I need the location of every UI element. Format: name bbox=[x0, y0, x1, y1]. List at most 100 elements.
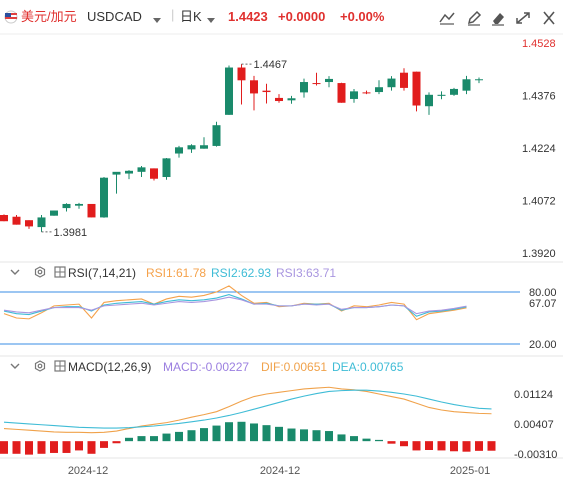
macd-histogram-bar bbox=[87, 441, 96, 454]
dif-value: DIF:0.00651 bbox=[261, 360, 328, 374]
candlestick bbox=[75, 202, 83, 209]
candle-body bbox=[300, 82, 308, 93]
rsi-series-line bbox=[3, 294, 467, 317]
chart-toolbar: 美元/加元 USDCAD | 日K 1.4423 +0.0000 +0.00% bbox=[0, 0, 563, 34]
macd-histogram-bar bbox=[25, 441, 33, 455]
candlestick bbox=[112, 171, 121, 194]
candle-body bbox=[62, 203, 71, 209]
macd-histogram-bar bbox=[300, 429, 308, 442]
price-change-percent: +0.00% bbox=[340, 9, 385, 24]
indicator-toggle-icon[interactable] bbox=[54, 266, 66, 281]
settings-icon[interactable] bbox=[34, 360, 46, 375]
candle-body bbox=[100, 177, 108, 218]
macd-histogram-bar bbox=[150, 436, 158, 442]
macd-histogram-bar bbox=[337, 434, 346, 442]
candle-body bbox=[362, 92, 371, 94]
y-tick-label: 20.00 bbox=[529, 339, 557, 351]
macd-histogram-bar bbox=[312, 430, 321, 442]
high-annotation: 1.4467 bbox=[254, 59, 288, 71]
candle-body bbox=[350, 91, 358, 99]
candlestick bbox=[87, 203, 96, 218]
expand-icon[interactable] bbox=[514, 10, 532, 26]
candlestick bbox=[362, 90, 371, 95]
pencil-icon[interactable] bbox=[465, 10, 483, 26]
current-price: 1.4423 bbox=[228, 9, 268, 24]
candle-body bbox=[387, 78, 396, 88]
settings-icon[interactable] bbox=[34, 266, 46, 281]
candle-body bbox=[412, 71, 421, 106]
low-annotation: 1.3981 bbox=[54, 227, 88, 239]
candlestick bbox=[350, 88, 358, 103]
candlestick bbox=[125, 170, 133, 180]
candle-body bbox=[337, 83, 346, 103]
y-tick-label: 80.00 bbox=[529, 287, 557, 299]
candlestick bbox=[250, 75, 258, 111]
candle-body bbox=[75, 203, 83, 206]
candle-body bbox=[312, 83, 321, 85]
y-tick-label: 1.4376 bbox=[522, 91, 556, 103]
candle-body bbox=[400, 72, 408, 88]
candlestick bbox=[50, 210, 58, 216]
macd-histogram-bar bbox=[437, 441, 446, 451]
x-tick-label: 2024-12 bbox=[68, 465, 108, 477]
collapse-icon[interactable] bbox=[9, 266, 21, 281]
candle-body bbox=[162, 158, 171, 178]
rsi1-value: RSI1:61.78 bbox=[146, 266, 207, 280]
macd-histogram-bar bbox=[462, 441, 471, 452]
candle-body bbox=[187, 145, 196, 150]
caret-down-icon[interactable] bbox=[153, 12, 161, 28]
pair-name[interactable]: 美元/加元 bbox=[21, 9, 77, 25]
line-tool-icon[interactable] bbox=[438, 10, 456, 26]
candle-body bbox=[275, 97, 283, 102]
macd-histogram-bar bbox=[212, 425, 221, 442]
macd-histogram-bar bbox=[50, 441, 58, 453]
macd-histogram-bar bbox=[387, 441, 396, 444]
macd-value: MACD:-0.00227 bbox=[163, 360, 250, 374]
close-icon[interactable] bbox=[540, 10, 558, 26]
divider: | bbox=[171, 7, 175, 22]
candle-body bbox=[225, 67, 233, 115]
macd-series-line bbox=[3, 386, 492, 434]
timeframe-selector[interactable]: 日K bbox=[180, 9, 202, 25]
candle-body bbox=[212, 125, 221, 146]
candlestick bbox=[187, 144, 196, 153]
candlestick bbox=[0, 214, 8, 222]
symbol-label[interactable]: USDCAD bbox=[87, 9, 142, 25]
candlestick bbox=[212, 121, 221, 147]
candle-body bbox=[175, 147, 183, 154]
rsi-series-line bbox=[3, 285, 467, 321]
candle-body bbox=[450, 88, 458, 95]
indicator-toggle-icon[interactable] bbox=[54, 360, 66, 375]
collapse-icon[interactable] bbox=[9, 360, 21, 375]
candlestick bbox=[225, 65, 233, 115]
macd-histogram-bar bbox=[487, 441, 496, 451]
eraser-icon[interactable] bbox=[489, 10, 507, 26]
candle-body bbox=[0, 215, 8, 222]
rsi3-value: RSI3:63.71 bbox=[276, 266, 337, 280]
macd-header: MACD(12,26,9) MACD:-0.00227 DIF:0.00651 … bbox=[0, 357, 563, 377]
candlestick bbox=[175, 145, 183, 158]
rsi-series-line bbox=[3, 296, 467, 315]
macd-histogram-bar bbox=[62, 441, 71, 453]
candle-body bbox=[425, 94, 433, 107]
macd-histogram-bar bbox=[112, 441, 121, 444]
y-tick-label: 1.4224 bbox=[522, 143, 556, 155]
candle-body bbox=[237, 67, 246, 81]
candlestick bbox=[37, 215, 46, 232]
macd-series-line bbox=[3, 389, 492, 429]
caret-down-icon[interactable] bbox=[207, 12, 215, 28]
macd-histogram-bar bbox=[0, 441, 8, 454]
macd-histogram-bar bbox=[137, 436, 146, 442]
candlestick bbox=[387, 76, 396, 91]
candle-body bbox=[375, 87, 383, 93]
macd-histogram-bar bbox=[37, 441, 46, 454]
macd-histogram-bar bbox=[237, 421, 246, 442]
macd-histogram-bar bbox=[125, 437, 133, 442]
candle-body bbox=[475, 79, 483, 81]
rsi-header: RSI(7,14,21) RSI1:61.78 RSI2:62.93 RSI3:… bbox=[0, 263, 563, 283]
candlestick bbox=[412, 71, 421, 112]
candlestick bbox=[450, 87, 458, 96]
macd-histogram-bar bbox=[375, 439, 383, 442]
macd-histogram-bar bbox=[450, 441, 458, 452]
candle-body bbox=[87, 203, 96, 218]
